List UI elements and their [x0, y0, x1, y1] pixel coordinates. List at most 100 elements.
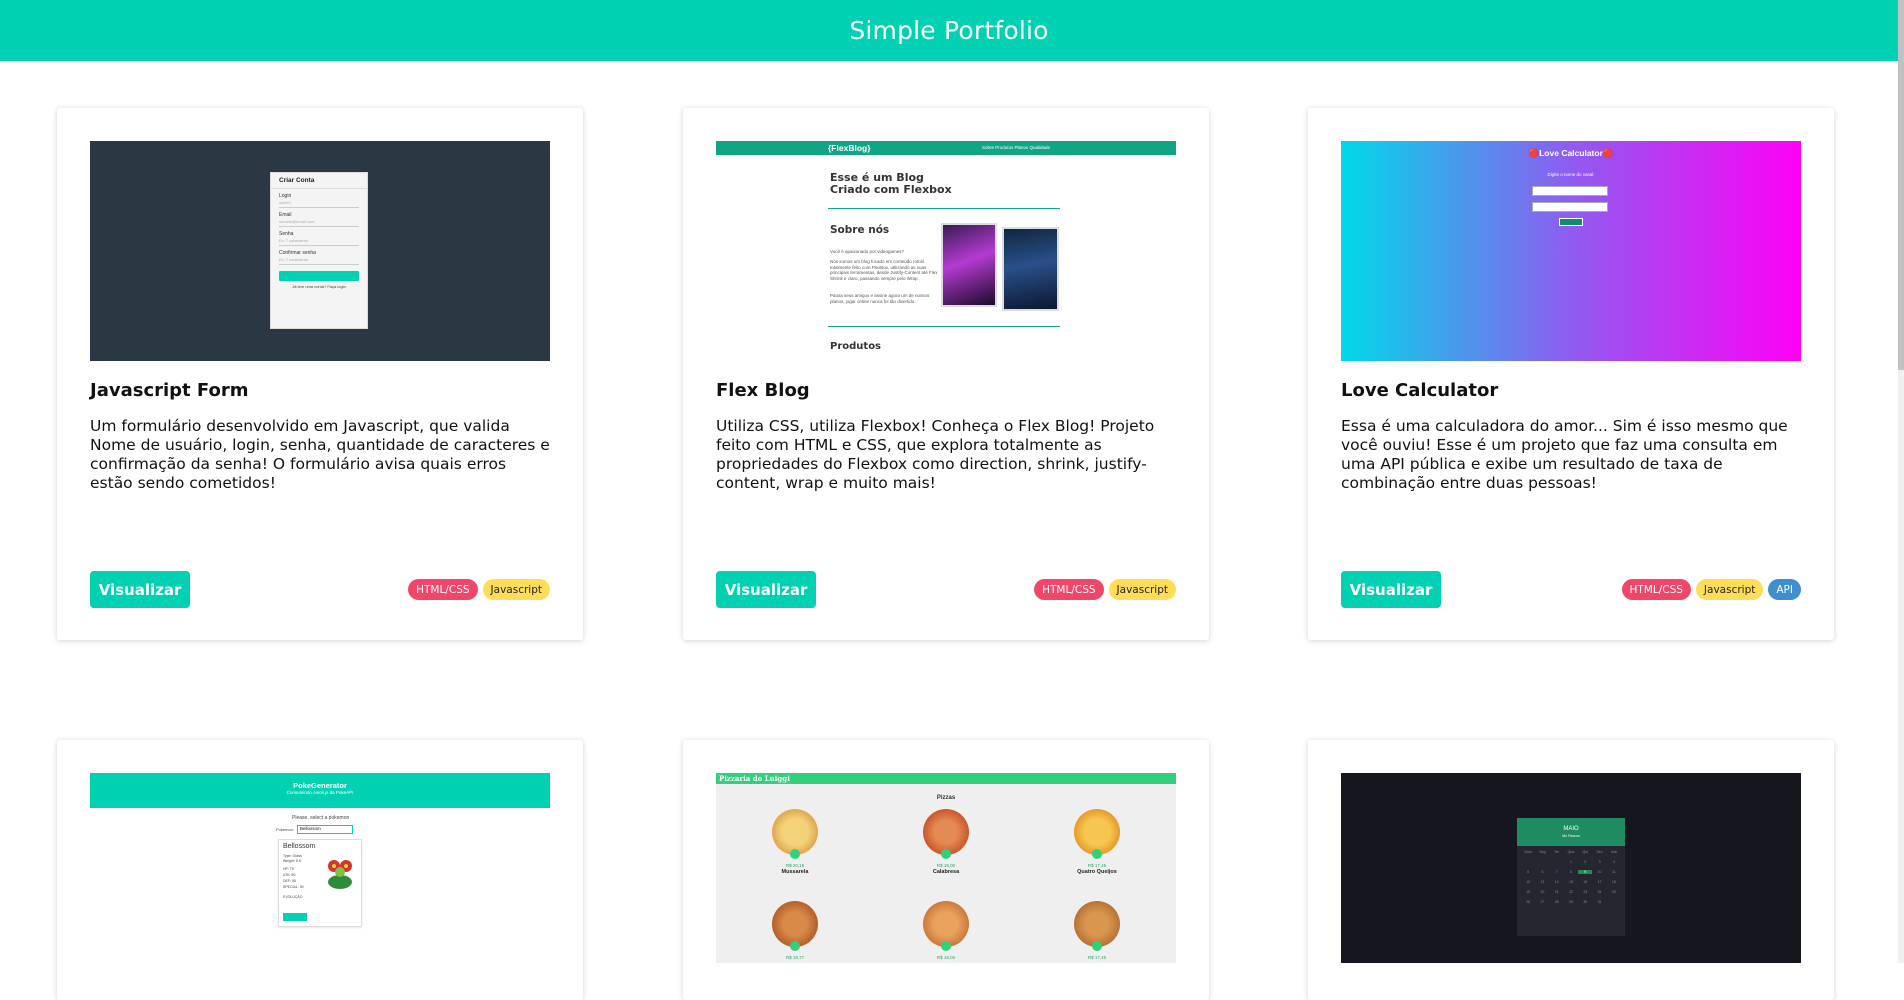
- preview-heading: 🔴Love Calculator🔴: [1528, 148, 1614, 158]
- project-card-flex-blog: {FlexBlog} Sobre Produtos Planos Qualidad…: [683, 108, 1209, 640]
- preview-calendar: MAIO Mo Pascua Dom Seg Ter Qua Qui Sex Sab 1 2 3 4…: [1517, 818, 1625, 936]
- preview-input: usuario@email.com: [279, 219, 359, 227]
- visualize-button[interactable]: Visualizar: [1341, 571, 1441, 608]
- visualize-button[interactable]: Visualizar: [716, 571, 816, 608]
- preview-header: PokeGenerator Consumindo Axios.js da Poke…: [90, 773, 550, 808]
- calendar-cell: 3: [1598, 860, 1601, 864]
- preview-pokemon-card: Bellossom Type: Grass Weight: 5.8 HP: 75…: [278, 839, 362, 927]
- add-icon: [1092, 849, 1102, 859]
- preview-input: [1532, 186, 1608, 196]
- preview-stat: SPECIAL: 90: [283, 885, 304, 889]
- calendar-cell: 19: [1526, 890, 1531, 894]
- preview-pokemon-name: Bellossom: [283, 843, 316, 850]
- project-title: Flex Blog: [716, 380, 810, 401]
- preview-navbar: {FlexBlog} Sobre Produtos Planos Qualidad…: [716, 141, 1176, 155]
- calendar-cell: Ter: [1554, 850, 1560, 854]
- calendar-cell: 9: [1578, 870, 1593, 874]
- calendar-cell: 31: [1597, 900, 1602, 904]
- calendar-cell: Seg: [1539, 850, 1546, 854]
- tag-api: API: [1768, 579, 1801, 600]
- preview-stat: Type: Grass: [283, 854, 302, 858]
- project-title: Love Calculator: [1341, 380, 1499, 401]
- preview-input: Ex: 7 caracteres: [279, 257, 359, 265]
- pizza-price: R$ 18,00: [936, 955, 956, 960]
- preview-form-panel: Criar Conta Login user01 Email usuario@e…: [270, 172, 368, 329]
- pizza-price: R$ 17,45: [1087, 863, 1107, 868]
- project-card-love-calculator: 🔴Love Calculator🔴 Digite o nome do casal…: [1308, 108, 1834, 640]
- pizza-price: R$ 17,45: [1087, 955, 1107, 960]
- calendar-cell: [1521, 860, 1535, 864]
- preview-select: Bellossom: [297, 825, 353, 834]
- calendar-cell: [1550, 860, 1564, 864]
- calendar-cell: 5: [1527, 870, 1530, 874]
- calendar-grid: Dom Seg Ter Qua Qui Sex Sab 1 2 3 4 5 6 7 8 9 10 11 12 13 14…: [1521, 850, 1621, 910]
- pokemon-sprite-icon: [328, 860, 352, 889]
- calendar-cell: 7: [1555, 870, 1558, 874]
- calendar-cell: [1535, 860, 1549, 864]
- calendar-cell: 30: [1583, 900, 1588, 904]
- tag-html-css: HTML/CSS: [1034, 579, 1104, 600]
- preview-title: PokeGenerator: [293, 781, 347, 790]
- preview-divider: [828, 326, 1060, 327]
- calendar-cell: 14: [1554, 880, 1559, 884]
- project-preview-image: 🔴Love Calculator🔴 Digite o nome do casal…: [1341, 141, 1801, 361]
- visualize-button[interactable]: Visualizar: [90, 571, 190, 608]
- calendar-cell: 13: [1540, 880, 1545, 884]
- calendar-cell: Qui: [1582, 850, 1588, 854]
- preview-stat: Weight: 5.8: [283, 859, 301, 863]
- top-bar: Simple Portfolio: [0, 0, 1898, 61]
- project-card-pizzaria: Pizzaria do Luiggi Pizzas R$ 20,19 Mussa…: [683, 740, 1209, 1000]
- calendar-cell: 18: [1611, 880, 1616, 884]
- tag-javascript: Javascript: [1695, 579, 1764, 600]
- pizza-price: R$ 18,00: [936, 863, 956, 868]
- preview-divider: [828, 208, 1060, 209]
- tag-javascript: Javascript: [1108, 579, 1176, 600]
- preview-button: [283, 913, 307, 921]
- preview-heading: Criar Conta: [271, 173, 367, 189]
- calendar-cell: Qua: [1567, 850, 1575, 854]
- tag-list: HTML/CSS Javascript API: [1621, 579, 1801, 600]
- project-card-calendar: MAIO Mo Pascua Dom Seg Ter Qua Qui Sex Sab 1 2 3 4…: [1308, 740, 1834, 1000]
- tag-list: HTML/CSS Javascript: [1034, 579, 1176, 600]
- pizza-image: [1074, 901, 1120, 951]
- preview-submit: [1559, 218, 1583, 226]
- preview-label: Senha: [279, 231, 294, 237]
- pizza-image: [923, 809, 969, 859]
- calendar-header: MAIO Mo Pascua: [1517, 818, 1625, 846]
- preview-photo: [941, 223, 997, 307]
- calendar-cell: 22: [1569, 890, 1573, 894]
- pizza-image: [1074, 809, 1120, 859]
- calendar-cell: 23: [1583, 890, 1588, 894]
- preview-select-label: Pokemon:: [276, 827, 295, 832]
- tag-html-css: HTML/CSS: [408, 579, 478, 600]
- preview-stat: ATK: 80: [283, 873, 296, 877]
- page-title: Simple Portfolio: [849, 16, 1049, 45]
- calendar-cell: 2: [1584, 860, 1587, 864]
- preview-paragraph: Nós somos um blog focado em conteúdo rot…: [830, 259, 938, 281]
- scrollbar-thumb[interactable]: [1898, 0, 1904, 370]
- preview-input: Ex: 7 caracteres: [279, 238, 359, 246]
- project-title: Javascript Form: [90, 380, 249, 401]
- project-description: Utiliza CSS, utiliza Flexbox! Conheça o …: [716, 417, 1155, 492]
- calendar-cell: 24: [1597, 890, 1602, 894]
- add-icon: [941, 941, 951, 951]
- calendar-cell: 15: [1569, 880, 1573, 884]
- calendar-cell: 4: [1612, 860, 1615, 864]
- vertical-scrollbar[interactable]: [1898, 0, 1904, 963]
- preview-nav-links: Sobre Produtos Planos Qualidade: [982, 145, 1051, 150]
- calendar-cell: Sex: [1596, 850, 1603, 854]
- preview-section-title: Pizzas: [936, 795, 956, 801]
- calendar-cell: 12: [1526, 880, 1531, 884]
- pizza-name: Mussarela: [781, 869, 809, 875]
- pizza-image: [772, 809, 818, 859]
- tag-javascript: Javascript: [482, 579, 550, 600]
- preview-label: Login: [279, 193, 292, 199]
- add-icon: [790, 849, 800, 859]
- preview-stat: DEF: 95: [283, 879, 296, 883]
- project-preview-image: {FlexBlog} Sobre Produtos Planos Qualidad…: [716, 141, 1176, 361]
- calendar-cell: 25: [1611, 890, 1616, 894]
- preview-input: user01: [279, 200, 359, 208]
- calendar-cell: Sab: [1610, 850, 1617, 854]
- calendar-cell: 27: [1540, 900, 1545, 904]
- calendar-cell: 21: [1554, 890, 1559, 894]
